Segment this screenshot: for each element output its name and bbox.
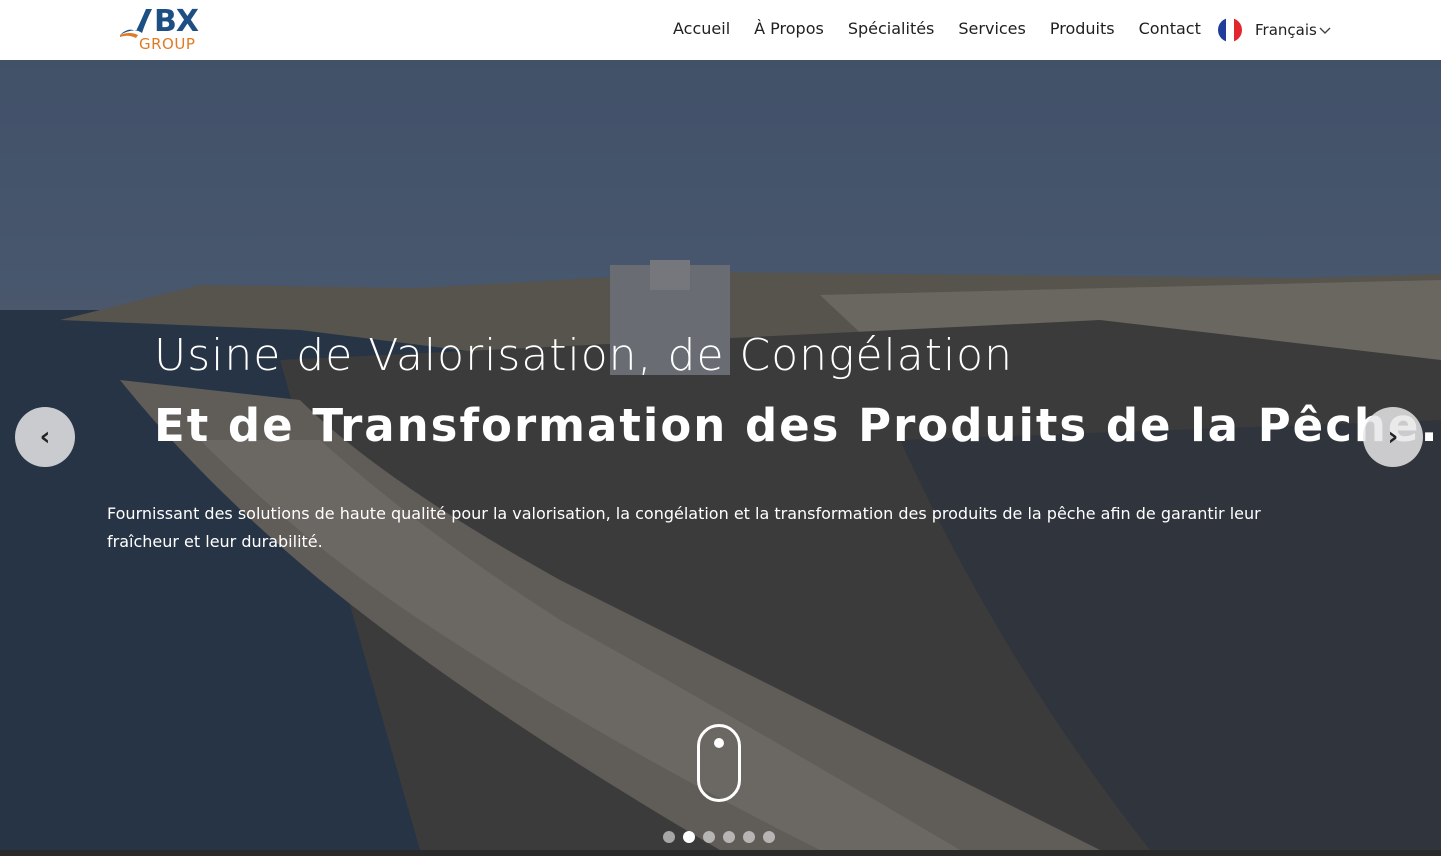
nav-link-specialites[interactable]: Spécialités xyxy=(848,17,935,41)
nav-link-accueil[interactable]: Accueil xyxy=(673,17,730,41)
page-bottom-edge xyxy=(0,850,1441,856)
slider-dot[interactable] xyxy=(743,831,755,843)
hero-description: Fournissant des solutions de haute quali… xyxy=(107,504,1261,551)
hero-slider: Usine de Valorisation, de Congélation Et… xyxy=(0,60,1441,850)
flag-stripe xyxy=(1218,18,1226,42)
language-selector[interactable]: Français xyxy=(1218,17,1331,43)
chevron-left-icon: ‹ xyxy=(39,422,51,452)
nav-link-contact[interactable]: Contact xyxy=(1139,17,1201,41)
slider-prev-button[interactable]: ‹ xyxy=(15,407,75,467)
nav-link-a-propos[interactable]: À Propos xyxy=(754,17,824,41)
nav-link-services[interactable]: Services xyxy=(958,17,1025,41)
main-navigation: Accueil À Propos Spécialités Services Produi… xyxy=(661,17,1213,41)
slider-dot[interactable] xyxy=(703,831,715,843)
slider-dot[interactable] xyxy=(683,831,695,843)
logo-subtext: GROUP xyxy=(139,35,196,53)
slider-dot[interactable] xyxy=(723,831,735,843)
chevron-right-icon: › xyxy=(1387,422,1399,452)
logo-text: BX xyxy=(154,4,199,39)
hero-title-line1: Usine de Valorisation, de Congélation xyxy=(154,330,1013,381)
site-header: BX GROUP Accueil À Propos Spécialités Servi… xyxy=(0,0,1441,60)
slider-dot[interactable] xyxy=(763,831,775,843)
flag-stripe xyxy=(1226,18,1234,42)
slider-pagination xyxy=(663,831,783,843)
france-flag-icon xyxy=(1218,18,1242,42)
hero-title-line2: Et de Transformation des Produits de la … xyxy=(154,399,1440,452)
nav-link-produits[interactable]: Produits xyxy=(1050,17,1115,41)
mouse-scroll-icon[interactable] xyxy=(697,724,741,802)
slider-next-button[interactable]: › xyxy=(1363,407,1423,467)
abx-group-logo[interactable]: BX GROUP xyxy=(118,5,218,55)
mouse-wheel xyxy=(714,738,724,748)
flag-stripe xyxy=(1234,18,1242,42)
language-label: Français xyxy=(1255,21,1317,39)
slider-dot[interactable] xyxy=(663,831,675,843)
chevron-down-icon xyxy=(1319,27,1331,34)
